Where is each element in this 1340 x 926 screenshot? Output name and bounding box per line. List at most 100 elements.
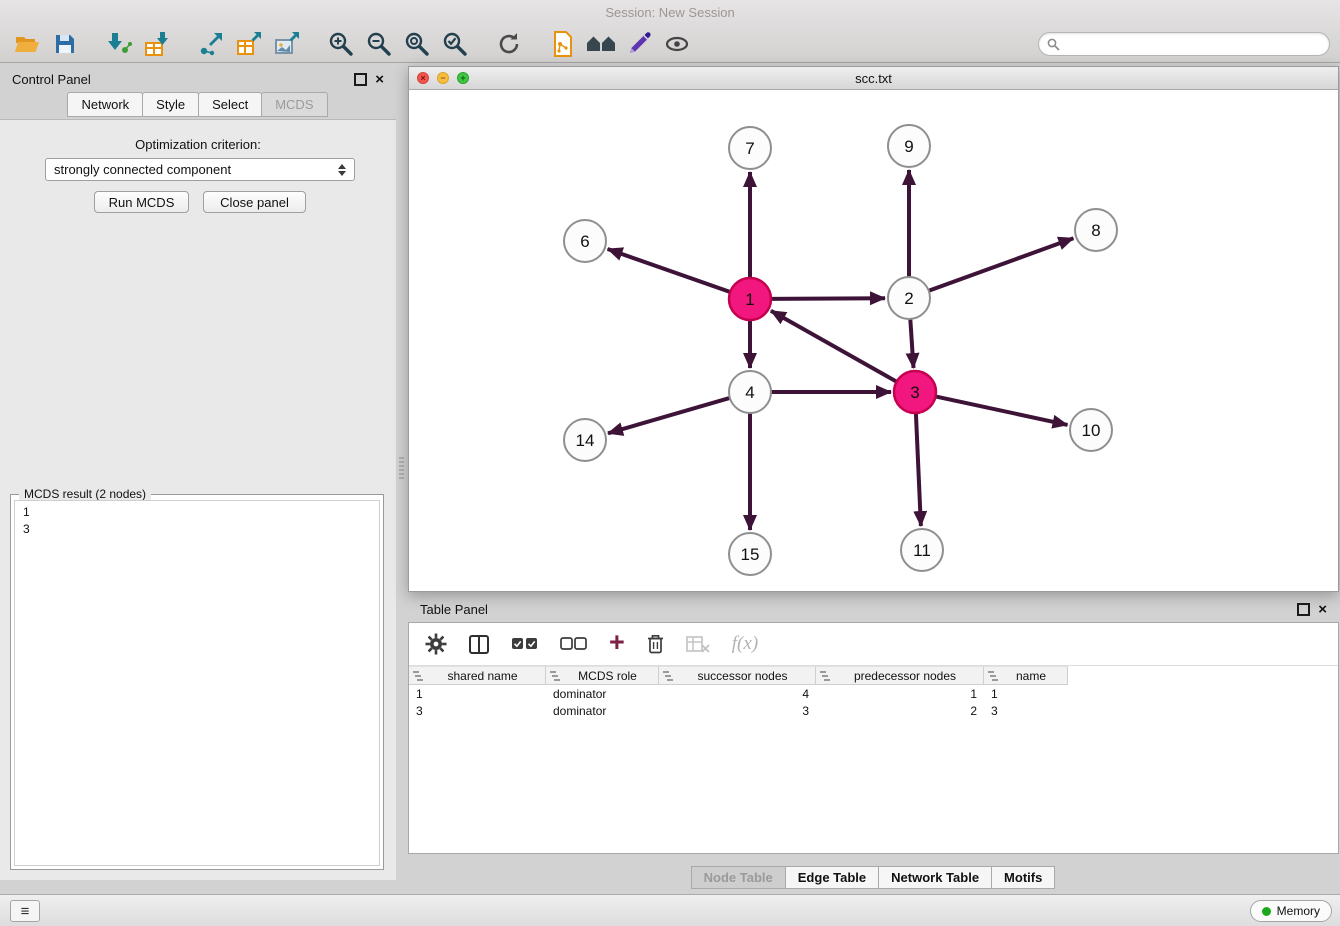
deselect-all-button[interactable] xyxy=(560,637,587,651)
column-header-shared-name[interactable]: shared name xyxy=(409,666,546,685)
column-header-predecessor-nodes[interactable]: predecessor nodes xyxy=(816,666,984,685)
task-history-button[interactable]: ≡ xyxy=(10,900,40,922)
node-11[interactable]: 11 xyxy=(901,529,943,571)
tab-network-table[interactable]: Network Table xyxy=(878,866,992,889)
node-7[interactable]: 7 xyxy=(729,127,771,169)
cell-successor-nodes: 3 xyxy=(659,702,816,719)
node-8[interactable]: 8 xyxy=(1075,209,1117,251)
mcds-panel: Optimization criterion: strongly connect… xyxy=(0,119,396,880)
search-input[interactable] xyxy=(1066,36,1321,52)
zoom-selected-button[interactable] xyxy=(436,28,474,60)
table-row[interactable]: 1dominator411 xyxy=(409,685,1338,702)
memory-button[interactable]: Memory xyxy=(1250,900,1332,922)
tab-select[interactable]: Select xyxy=(198,92,262,117)
table-panel-header: Table Panel × xyxy=(408,596,1339,622)
cell-shared-name: 3 xyxy=(409,702,546,719)
toolbar-separator xyxy=(528,44,544,45)
import-network-icon xyxy=(106,31,132,57)
traffic-lights: × − + xyxy=(417,72,469,84)
criterion-dropdown[interactable]: strongly connected component xyxy=(45,158,355,181)
close-panel-button[interactable]: Close panel xyxy=(203,191,306,213)
node-15[interactable]: 15 xyxy=(729,533,771,575)
edge-1-2[interactable] xyxy=(771,298,885,299)
tab-style[interactable]: Style xyxy=(142,92,199,117)
delete-table-button-disabled xyxy=(686,636,710,653)
window-chrome: Session: New Session xyxy=(0,0,1340,63)
edge-1-6[interactable] xyxy=(608,249,731,292)
delete-column-button[interactable] xyxy=(647,634,664,654)
network-window-titlebar[interactable]: scc.txt × − + xyxy=(409,67,1338,90)
float-panel-icon[interactable] xyxy=(354,73,367,86)
node-6[interactable]: 6 xyxy=(564,220,606,262)
table-panel: Table Panel × xyxy=(408,596,1339,890)
eye-icon xyxy=(664,31,690,57)
tab-node-table[interactable]: Node Table xyxy=(691,866,786,889)
window-minimize-button[interactable]: − xyxy=(437,72,449,84)
table-panel-title: Table Panel xyxy=(420,602,488,617)
network-graph[interactable]: 7 9 6 8 1 2 4 3 14 10 15 11 xyxy=(409,90,1338,592)
node-4[interactable]: 4 xyxy=(729,371,771,413)
status-bar: ≡ Memory xyxy=(0,894,1340,926)
select-all-button[interactable] xyxy=(511,637,538,651)
zoom-out-button[interactable] xyxy=(360,28,398,60)
column-header-name[interactable]: name xyxy=(984,666,1068,685)
node-3[interactable]: 3 xyxy=(894,371,936,413)
node-label: 7 xyxy=(745,139,754,158)
edge-4-14[interactable] xyxy=(608,398,730,433)
table-settings-button[interactable] xyxy=(425,633,447,655)
column-header-successor-nodes[interactable]: successor nodes xyxy=(659,666,816,685)
close-table-panel-icon[interactable]: × xyxy=(1318,602,1327,617)
window-close-button[interactable]: × xyxy=(417,72,429,84)
close-panel-icon[interactable]: × xyxy=(375,72,384,87)
run-mcds-button[interactable]: Run MCDS xyxy=(94,191,189,213)
apply-style-button[interactable] xyxy=(620,28,658,60)
tab-mcds[interactable]: MCDS xyxy=(261,92,327,117)
column-header-mcds-role[interactable]: MCDS role xyxy=(546,666,659,685)
edge-3-10[interactable] xyxy=(936,396,1068,425)
node-label: 4 xyxy=(745,383,754,402)
node-label: 6 xyxy=(580,232,589,251)
node-table-container: + xyxy=(408,622,1339,854)
optimization-criterion-label: Optimization criterion: xyxy=(0,137,396,152)
open-network-file-button[interactable] xyxy=(544,28,582,60)
save-floppy-icon xyxy=(53,32,77,56)
tab-motifs[interactable]: Motifs xyxy=(991,866,1055,889)
cell-name: 1 xyxy=(984,685,1068,702)
import-table-button[interactable] xyxy=(138,28,176,60)
node-10[interactable]: 10 xyxy=(1070,409,1112,451)
open-session-button[interactable] xyxy=(8,28,46,60)
add-column-button[interactable]: + xyxy=(609,629,625,656)
window-titlebar[interactable]: Session: New Session xyxy=(0,0,1340,26)
panel-divider-grip[interactable] xyxy=(399,457,404,479)
export-table-button[interactable] xyxy=(230,28,268,60)
table-row[interactable]: 3dominator323 xyxy=(409,702,1338,719)
edge-2-3[interactable] xyxy=(910,319,913,368)
search-icon xyxy=(1047,38,1060,51)
tab-edge-table[interactable]: Edge Table xyxy=(785,866,879,889)
export-network-button[interactable] xyxy=(192,28,230,60)
criterion-value: strongly connected component xyxy=(54,162,231,177)
edge-2-8[interactable] xyxy=(929,238,1074,291)
node-1[interactable]: 1 xyxy=(729,278,771,320)
float-table-panel-icon[interactable] xyxy=(1297,603,1310,616)
node-2[interactable]: 2 xyxy=(888,277,930,319)
search-field[interactable] xyxy=(1038,32,1330,56)
edge-3-11[interactable] xyxy=(916,413,921,526)
tab-network[interactable]: Network xyxy=(67,92,143,117)
import-network-button[interactable] xyxy=(100,28,138,60)
mcds-result-values[interactable]: 13 xyxy=(14,500,380,866)
save-session-button[interactable] xyxy=(46,28,84,60)
node-14[interactable]: 14 xyxy=(564,419,606,461)
ndex-browse-button[interactable] xyxy=(582,28,620,60)
column-header-label: shared name xyxy=(424,669,541,683)
refresh-view-button[interactable] xyxy=(490,28,528,60)
zoom-fit-button[interactable] xyxy=(398,28,436,60)
zoom-in-button[interactable] xyxy=(322,28,360,60)
show-graphics-button[interactable] xyxy=(658,28,696,60)
edge-3-1[interactable] xyxy=(771,311,897,382)
window-zoom-button[interactable]: + xyxy=(457,72,469,84)
node-9[interactable]: 9 xyxy=(888,125,930,167)
sort-icon xyxy=(663,671,674,681)
show-column-panel-button[interactable] xyxy=(469,635,489,654)
export-image-button[interactable] xyxy=(268,28,306,60)
